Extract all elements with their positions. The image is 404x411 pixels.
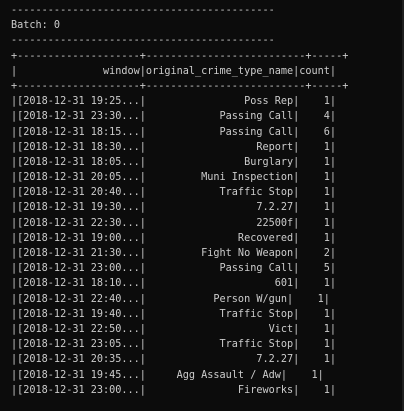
- separator-line-bottom: ----------------------------------------…: [11, 35, 275, 47]
- table-row: |[2018-12-31 19:30...| 7.2.27| 1|: [11, 202, 337, 214]
- batch-label: Batch: 0: [11, 20, 61, 32]
- table-row: |[2018-12-31 18:05...| Burglary| 1|: [11, 156, 337, 168]
- console-output: ----------------------------------------…: [11, 3, 348, 398]
- table-row: |[2018-12-31 20:05...| Muni Inspection| …: [11, 172, 337, 184]
- table-row: |[2018-12-31 23:00...| Fireworks| 1|: [11, 384, 337, 396]
- table-row: |[2018-12-31 21:30...| Fight No Weapon| …: [11, 248, 337, 259]
- table-row: |[2018-12-31 18:15...| Passing Call| 6|: [11, 126, 337, 138]
- table-row: |[2018-12-31 22:50...| Vict| 1|: [11, 323, 337, 335]
- table-row: |[2018-12-31 23:30...| Passing Call| 4|: [11, 111, 337, 123]
- table-row: |[2018-12-31 18:30...| Report| 1|: [11, 141, 337, 153]
- table-row: |[2018-12-31 23:05...| Traffic Stop| 1|: [11, 339, 337, 351]
- table-border-top: +--------------------+------------------…: [11, 50, 349, 62]
- table-row: |[2018-12-31 19:00...| Recovered| 1|: [11, 232, 337, 244]
- table-row: |[2018-12-31 23:00...| Passing Call| 5|: [11, 263, 337, 275]
- separator-line-top: ----------------------------------------…: [11, 5, 275, 16]
- table-row: |[2018-12-31 19:25...| Poss Rep| 1|: [11, 96, 337, 108]
- table-row: |[2018-12-31 19:40...| Traffic Stop| 1|: [11, 308, 337, 320]
- console-window: ----------------------------------------…: [0, 0, 404, 411]
- table-row: |[2018-12-31 20:35...| 7.2.27| 1|: [11, 354, 337, 366]
- table-row: |[2018-12-31 22:30...| 22500f| 1|: [11, 217, 337, 229]
- table-border-header: +--------------------+------------------…: [11, 80, 349, 92]
- table-row: |[2018-12-31 22:40...| Person W/gun| 1|: [11, 293, 330, 305]
- table-row: |[2018-12-31 18:10...| 601| 1|: [11, 278, 337, 290]
- table-header: | window|original_crime_type_name|count|: [11, 65, 337, 77]
- table-row: |[2018-12-31 20:40...| Traffic Stop| 1|: [11, 187, 337, 199]
- table-row: |[2018-12-31 19:45...| Agg Assault / Adw…: [11, 369, 324, 381]
